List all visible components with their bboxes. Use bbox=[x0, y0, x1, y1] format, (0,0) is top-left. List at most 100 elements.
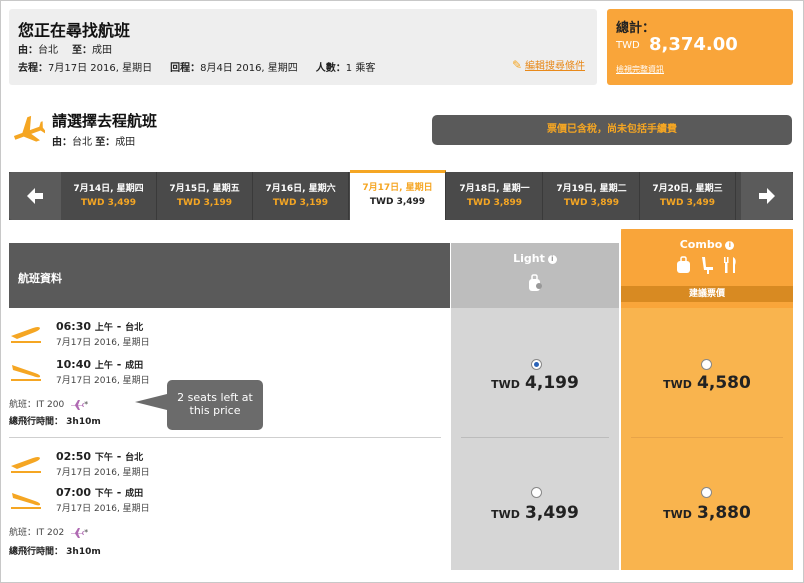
row-divider bbox=[9, 437, 441, 438]
price-currency: TWD bbox=[663, 378, 692, 391]
flight-1-combo-radio[interactable] bbox=[701, 359, 712, 370]
search-route: 由：台北 至：成田 bbox=[18, 41, 112, 56]
flight-2-light-price: TWD 3,499 bbox=[451, 503, 619, 523]
asterisk-mark: * bbox=[84, 528, 89, 537]
date-tab-4[interactable]: 7月18日, 星期一 TWD 3,899 bbox=[447, 172, 543, 220]
search-title: 您正在尋找航班 bbox=[18, 21, 131, 40]
total-currency: TWD bbox=[616, 40, 640, 51]
departure-date: 7月17日 2016, 星期日 bbox=[56, 338, 150, 348]
total-detail-link[interactable]: 檢視完整資訊 bbox=[616, 64, 664, 75]
departure-date: 7月17日 2016, 星期日 bbox=[56, 468, 150, 478]
row-divider-light bbox=[461, 437, 609, 438]
arrival-time-value: 10:40 bbox=[56, 358, 92, 371]
landing-icon bbox=[11, 493, 41, 509]
prev-dates-button[interactable] bbox=[9, 172, 61, 220]
total-amount: 8,374.00 bbox=[649, 34, 738, 55]
date-tab-date: 7月19日, 星期二 bbox=[556, 184, 627, 194]
flight-1-light-price: TWD 4,199 bbox=[451, 373, 619, 393]
search-dates: 去程：7月17日 2016, 星期日 回程：8月4日 2016, 星期四 人數：1 … bbox=[18, 59, 375, 74]
date-tab-price: TWD 3,499 bbox=[80, 198, 137, 208]
date-tab-price: TWD 3,499 bbox=[369, 197, 426, 207]
departure-city: 台北 bbox=[125, 323, 144, 333]
return-label: 回程： bbox=[170, 63, 201, 74]
edit-search-label: 編輯搜尋條件 bbox=[525, 61, 585, 72]
date-tab-2[interactable]: 7月16日, 星期六 TWD 3,199 bbox=[253, 172, 349, 220]
flight-number-value: IT 200 bbox=[36, 400, 65, 410]
combo-fare-header: Combo i 建議票價 bbox=[621, 229, 793, 308]
date-tab-price: TWD 3,499 bbox=[659, 198, 716, 208]
departure-time-value: 06:30 bbox=[56, 320, 92, 333]
flight-1-light-radio[interactable] bbox=[531, 359, 542, 370]
flight-number-value: IT 202 bbox=[36, 528, 65, 538]
duration-label: 總飛行時間： bbox=[9, 417, 64, 427]
date-tab-5[interactable]: 7月19日, 星期二 TWD 3,899 bbox=[544, 172, 640, 220]
arrow-right-icon bbox=[759, 188, 775, 204]
flight-number-label: 航班： bbox=[9, 528, 37, 538]
outbound-from: 台北 bbox=[72, 137, 92, 148]
meal-icon bbox=[724, 257, 736, 273]
flight-2-number: 航班：IT 202 * bbox=[9, 525, 88, 539]
date-strip: 7月14日, 星期四 TWD 3,499 7月15日, 星期五 TWD 3,199 … bbox=[9, 170, 793, 220]
date-tab-0[interactable]: 7月14日, 星期四 TWD 3,499 bbox=[61, 172, 157, 220]
departure-city: 台北 bbox=[125, 453, 144, 463]
pencil-icon: ✎ bbox=[511, 58, 522, 72]
total-box: 總計： TWD 8,374.00 檢視完整資訊 bbox=[607, 9, 793, 85]
airplane-icon bbox=[13, 115, 45, 142]
outbound-to: 成田 bbox=[115, 137, 136, 148]
arrival-period: 下午 bbox=[94, 489, 113, 499]
search-summary: 您正在尋找航班 由：台北 至：成田 去程：7月17日 2016, 星期日 回程：8月… bbox=[9, 9, 597, 85]
date-tab-date: 7月16日, 星期六 bbox=[265, 184, 336, 194]
light-fare-header: Light i bbox=[451, 243, 619, 308]
baggage-icon bbox=[676, 256, 690, 273]
recommended-badge: 建議票價 bbox=[621, 286, 793, 302]
takeoff-icon bbox=[11, 327, 41, 343]
flight-2-duration: 總飛行時間： 3h10m bbox=[9, 544, 101, 557]
flight-1-combo-price: TWD 4,580 bbox=[623, 373, 791, 393]
date-tab-date: 7月17日, 星期日 bbox=[362, 183, 433, 193]
outbound-title: 請選擇去程航班 bbox=[52, 112, 158, 130]
flight-1-duration: 總飛行時間： 3h10m bbox=[9, 414, 101, 427]
next-dates-button[interactable] bbox=[741, 172, 793, 220]
departure-time: 06:30 上午 - 台北 bbox=[56, 320, 144, 333]
arrival-date: 7月17日 2016, 星期日 bbox=[56, 504, 150, 514]
flight-info-header: 航班資料 bbox=[9, 243, 450, 308]
outbound-from-label: 由： bbox=[52, 137, 72, 148]
date-tab-3-selected[interactable]: 7月17日, 星期日 TWD 3,499 bbox=[350, 170, 446, 220]
flight-2-combo-price: TWD 3,880 bbox=[623, 503, 791, 523]
landing-icon bbox=[11, 365, 41, 381]
arrival-date: 7月17日 2016, 星期日 bbox=[56, 376, 150, 386]
arrival-time: 10:40 上午 - 成田 bbox=[56, 358, 144, 371]
departure-time-value: 02:50 bbox=[56, 450, 92, 463]
date-tab-1[interactable]: 7月15日, 星期五 TWD 3,199 bbox=[157, 172, 253, 220]
departure-period: 下午 bbox=[94, 453, 113, 463]
aircraft-icon[interactable] bbox=[70, 399, 85, 411]
outbound-route: 由：台北 至：成田 bbox=[52, 133, 135, 148]
info-icon[interactable]: i bbox=[547, 254, 557, 264]
combo-features bbox=[621, 255, 793, 279]
price-currency: TWD bbox=[491, 378, 520, 391]
departure-period: 上午 bbox=[94, 323, 113, 333]
price-currency: TWD bbox=[663, 508, 692, 521]
flight-2-combo-radio[interactable] bbox=[701, 487, 712, 498]
date-tab-date: 7月18日, 星期一 bbox=[459, 184, 530, 194]
to-city: 成田 bbox=[92, 45, 112, 56]
date-tab-6[interactable]: 7月20日, 星期三 TWD 3,499 bbox=[640, 172, 736, 220]
depart-label: 去程： bbox=[18, 63, 48, 74]
flight-2-light-radio[interactable] bbox=[531, 487, 542, 498]
info-icon[interactable]: i bbox=[725, 240, 735, 250]
pax-label: 人數： bbox=[315, 63, 346, 74]
duration-label: 總飛行時間： bbox=[9, 547, 64, 557]
date-tab-price: TWD 3,899 bbox=[466, 198, 523, 208]
tax-note-bar: 票價已含稅，尚未包括手續費 bbox=[432, 115, 792, 145]
arrow-left-icon bbox=[27, 188, 43, 204]
departure-time: 02:50 下午 - 台北 bbox=[56, 450, 144, 463]
duration-value: 3h10m bbox=[66, 547, 101, 557]
duration-value: 3h10m bbox=[66, 417, 101, 427]
row-divider-combo bbox=[631, 437, 783, 438]
aircraft-icon[interactable] bbox=[70, 527, 85, 539]
edit-search-link[interactable]: ✎ 編輯搜尋條件 bbox=[512, 57, 585, 72]
date-tab-price: TWD 3,199 bbox=[272, 198, 329, 208]
seat-icon bbox=[702, 257, 713, 274]
flight-1-number: 航班：IT 200 * bbox=[9, 397, 88, 411]
to-label: 至： bbox=[72, 45, 92, 56]
